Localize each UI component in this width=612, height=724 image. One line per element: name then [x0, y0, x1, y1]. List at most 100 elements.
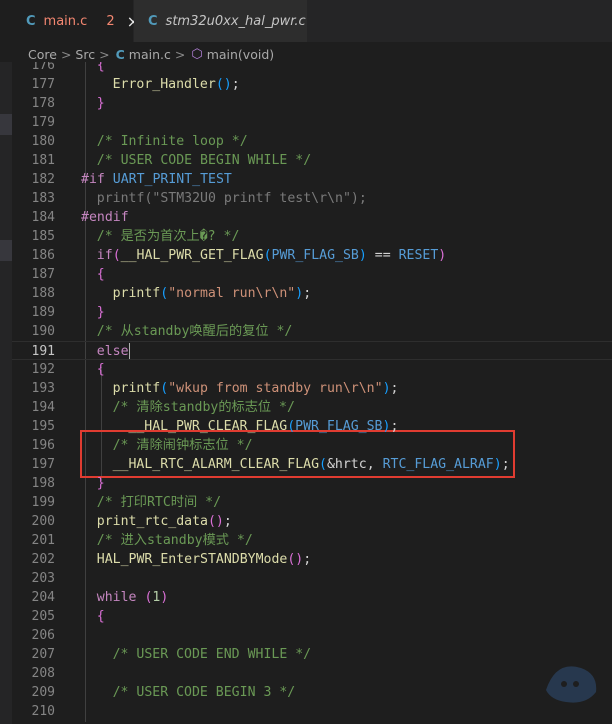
code-line[interactable]: 187 {	[12, 265, 612, 284]
code-text: }	[81, 474, 105, 493]
code-line[interactable]: 191 else	[12, 341, 612, 360]
line-number: 204	[31, 590, 55, 605]
code-text: /* 是否为首次上�? */	[81, 227, 240, 246]
code-text: __HAL_RTC_ALARM_CLEAR_FLAG(&hrtc, RTC_FL…	[81, 455, 510, 474]
line-number: 180	[31, 134, 55, 149]
code-text: #endif	[81, 208, 129, 227]
code-line[interactable]: 190 /* 从standby唤醒后的复位 */	[12, 322, 612, 341]
code-line[interactable]: 197 __HAL_RTC_ALARM_CLEAR_FLAG(&hrtc, RTC…	[12, 455, 612, 474]
code-token: )	[160, 590, 169, 605]
activity-strip	[0, 62, 12, 724]
code-token: HAL_PWR_EnterSTANDBYMode	[96, 552, 288, 567]
line-number: 188	[31, 286, 55, 301]
code-line[interactable]: 176 {	[12, 62, 612, 75]
tab-stm32u0xx-hal-pwr-c[interactable]: C stm32u0xx_hal_pwr.c	[134, 0, 308, 42]
code-token: ;	[223, 514, 232, 529]
line-number: 181	[31, 153, 55, 168]
code-text: /* 清除standby的标志位 */	[81, 398, 295, 417]
chevron-right-icon: >	[174, 46, 186, 62]
code-line[interactable]: 188 printf("normal run\r\n");	[12, 284, 612, 303]
code-line[interactable]: 193 printf("wkup from standby run\r\n");	[12, 379, 612, 398]
line-number: 205	[31, 609, 55, 624]
code-text: while (1)	[81, 588, 169, 607]
code-token: (	[287, 419, 296, 434]
code-text: Error_Handler();	[81, 75, 240, 94]
code-line[interactable]: 205 {	[12, 607, 612, 626]
line-number: 185	[31, 229, 55, 244]
tab-bar: C main.c 2 × C stm32u0xx_hal_pwr.c	[0, 0, 612, 43]
code-line[interactable]: 182 #if UART_PRINT_TEST	[12, 170, 612, 189]
code-line[interactable]: 196 /* 清除闹钟标志位 */	[12, 436, 612, 455]
chevron-right-icon: >	[99, 46, 110, 62]
code-line[interactable]: 185 /* 是否为首次上�? */	[12, 227, 612, 246]
tab-main-c[interactable]: C main.c 2 ×	[0, 0, 140, 42]
text-cursor	[128, 343, 131, 359]
code-token: /* 清除standby的标志位 */	[112, 400, 295, 415]
code-line[interactable]: 177 Error_Handler();	[12, 75, 612, 94]
code-text: }	[81, 94, 105, 113]
breadcrumb-item-core[interactable]: Core	[28, 47, 57, 62]
line-number: 198	[31, 476, 55, 491]
code-line[interactable]: 206	[12, 626, 612, 645]
activity-indicator	[0, 114, 12, 135]
code-token: #if	[81, 172, 113, 187]
code-token: printf	[96, 191, 145, 206]
line-number: 178	[31, 96, 55, 111]
breadcrumb-item-file[interactable]: main.c	[129, 47, 171, 62]
code-line[interactable]: 200 print_rtc_data();	[12, 512, 612, 531]
code-token: )	[438, 248, 447, 263]
line-number: 209	[31, 685, 55, 700]
line-number: 210	[31, 704, 55, 719]
line-number: 192	[31, 362, 55, 377]
code-token: }	[96, 305, 105, 320]
code-line[interactable]: 201 /* 进入standby模式 */	[12, 531, 612, 550]
code-line[interactable]: 204 while (1)	[12, 588, 612, 607]
code-editor[interactable]: 176{177 Error_Handler(); 178} 179 180/* Infi…	[12, 62, 612, 724]
code-line[interactable]: 202 HAL_PWR_EnterSTANDBYMode();	[12, 550, 612, 569]
code-line[interactable]: 179	[12, 113, 612, 132]
code-token: (	[160, 381, 169, 396]
code-text: /* USER CODE BEGIN 3 */	[81, 683, 296, 702]
line-number: 184	[31, 210, 55, 225]
code-line[interactable]: 209 /* USER CODE BEGIN 3 */	[12, 683, 612, 702]
code-line[interactable]: 192 {	[12, 360, 612, 379]
code-token: ;	[303, 552, 312, 567]
code-line[interactable]: 199 /* 打印RTC时间 */	[12, 493, 612, 512]
code-token: /* USER CODE BEGIN 3 */	[112, 685, 296, 700]
code-token: "STM32U0 printf test\r\n"	[152, 191, 351, 206]
code-text: {	[81, 62, 105, 75]
breadcrumb-item-function[interactable]: main(void)	[207, 47, 274, 62]
code-token: print_rtc_data	[96, 514, 208, 529]
c-file-icon: C	[115, 46, 125, 62]
code-line[interactable]: 178}	[12, 94, 612, 113]
code-line[interactable]: 208	[12, 664, 612, 683]
breadcrumb-item-src[interactable]: Src	[75, 47, 95, 62]
code-line[interactable]: 184 #endif	[12, 208, 612, 227]
chevron-right-icon: >	[60, 46, 72, 62]
line-number: 208	[31, 666, 55, 681]
code-line[interactable]: 195 __HAL_PWR_CLEAR_FLAG(PWR_FLAG_SB);	[12, 417, 612, 436]
code-token: }	[96, 476, 105, 491]
code-line[interactable]: 189}	[12, 303, 612, 322]
code-line[interactable]: 207 /* USER CODE END WHILE */	[12, 645, 612, 664]
code-text: /* USER CODE END WHILE */	[81, 645, 312, 664]
code-token: printf	[112, 381, 161, 396]
code-token: RESET	[398, 248, 439, 263]
line-number: 200	[31, 514, 55, 529]
problem-count-badge: 2	[106, 13, 115, 29]
code-line[interactable]: 183 printf("STM32U0 printf test\r\n");	[12, 189, 612, 208]
code-line[interactable]: 180 /* Infinite loop */	[12, 132, 612, 151]
code-line[interactable]: 194 /* 清除standby的标志位 */	[12, 398, 612, 417]
code-text: }	[81, 303, 105, 322]
code-line[interactable]: 210	[12, 702, 612, 721]
code-token: /* Infinite loop */	[96, 134, 248, 149]
code-line[interactable]: 181 /* USER CODE BEGIN WHILE */	[12, 151, 612, 170]
code-line[interactable]: 186 if(__HAL_PWR_GET_FLAG(PWR_FLAG_SB) ==…	[12, 246, 612, 265]
c-file-icon: C	[26, 13, 36, 29]
code-line[interactable]: 198}	[12, 474, 612, 493]
line-number: 203	[31, 571, 55, 586]
code-text: else	[81, 342, 131, 361]
line-number: 195	[31, 419, 55, 434]
code-line[interactable]: 203	[12, 569, 612, 588]
activity-indicator	[0, 240, 12, 261]
